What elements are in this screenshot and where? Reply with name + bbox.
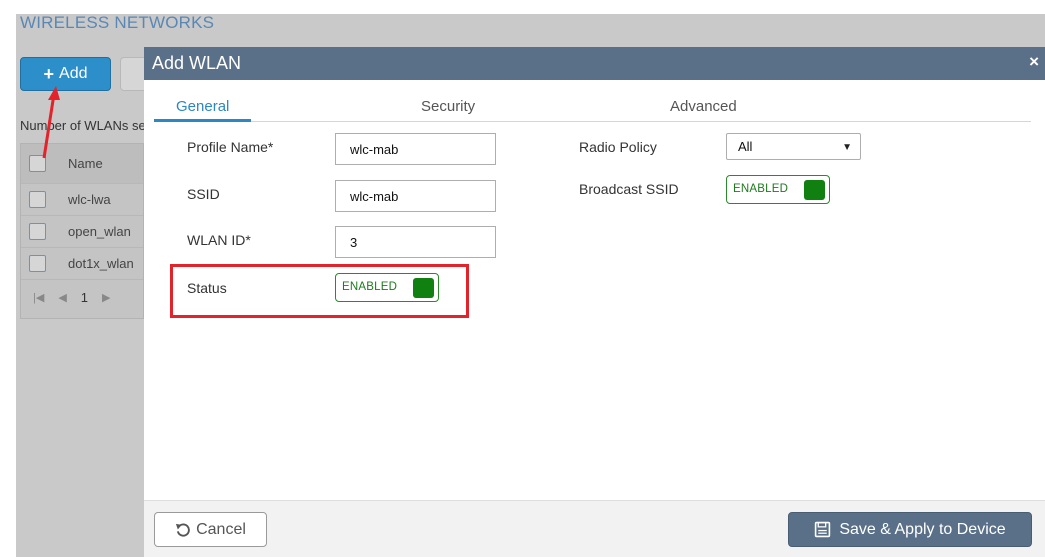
broadcast-ssid-toggle-knob (804, 180, 825, 200)
dialog-footer: Cancel Save & Apply to Device (144, 500, 1045, 557)
pagination: |◀ ◀ 1 ▶ (33, 290, 111, 305)
current-page: 1 (80, 290, 89, 305)
radio-policy-select[interactable]: All ▼ (726, 133, 861, 160)
dialog-header: Add WLAN × (144, 47, 1045, 80)
active-tab-indicator (154, 119, 251, 122)
save-icon (814, 521, 831, 538)
tab-bar: General Security Advanced (154, 98, 1031, 122)
dialog-title: Add WLAN (152, 53, 242, 73)
tab-security[interactable]: Security (421, 98, 475, 122)
status-highlight-annotation (170, 264, 469, 318)
caret-down-icon: ▼ (842, 142, 852, 153)
wlan-id-input[interactable]: 3 (335, 226, 496, 258)
broadcast-ssid-toggle[interactable]: ENABLED (726, 175, 830, 204)
wlan-name: open_wlan (68, 224, 131, 239)
radio-policy-label: Radio Policy (579, 139, 657, 155)
ssid-label: SSID (187, 186, 220, 202)
wlan-name: wlc-lwa (68, 192, 111, 207)
table-row[interactable]: dot1x_wlan (21, 248, 143, 280)
table-row[interactable]: open_wlan (21, 216, 143, 248)
profile-name-input[interactable]: wlc-mab (335, 133, 496, 165)
row-checkbox[interactable] (29, 191, 46, 208)
cancel-button[interactable]: Cancel (154, 512, 267, 547)
cancel-label: Cancel (196, 520, 246, 538)
add-wlan-dialog: Add WLAN × General Security Advanced Pro… (144, 47, 1045, 557)
wlan-id-label: WLAN ID* (187, 232, 251, 248)
red-arrow-annotation (42, 86, 60, 159)
broadcast-ssid-toggle-text: ENABLED (733, 183, 789, 195)
add-label: Add (59, 65, 88, 82)
column-header-name: Name (68, 156, 103, 171)
first-page-icon[interactable]: |◀ (33, 291, 44, 304)
undo-icon (175, 522, 190, 537)
tab-advanced[interactable]: Advanced (670, 98, 737, 122)
profile-name-label: Profile Name* (187, 139, 274, 155)
prev-page-icon[interactable]: ◀ (58, 291, 66, 304)
row-checkbox[interactable] (29, 255, 46, 272)
plus-icon: + (43, 63, 55, 84)
close-icon[interactable]: × (1029, 52, 1039, 72)
save-label: Save & Apply to Device (839, 520, 1006, 538)
wlan-name: dot1x_wlan (68, 256, 134, 271)
page-title: WIRELESS NETWORKS (20, 13, 215, 32)
next-page-icon[interactable]: ▶ (102, 291, 110, 304)
wlan-table: Name wlc-lwa open_wlan dot1x_wlan |◀ ◀ 1… (20, 143, 144, 319)
ssid-input[interactable]: wlc-mab (335, 180, 496, 212)
save-apply-button[interactable]: Save & Apply to Device (788, 512, 1032, 547)
radio-policy-value: All (738, 139, 753, 154)
row-checkbox[interactable] (29, 223, 46, 240)
table-row[interactable]: wlc-lwa (21, 184, 143, 216)
broadcast-ssid-label: Broadcast SSID (579, 181, 679, 197)
